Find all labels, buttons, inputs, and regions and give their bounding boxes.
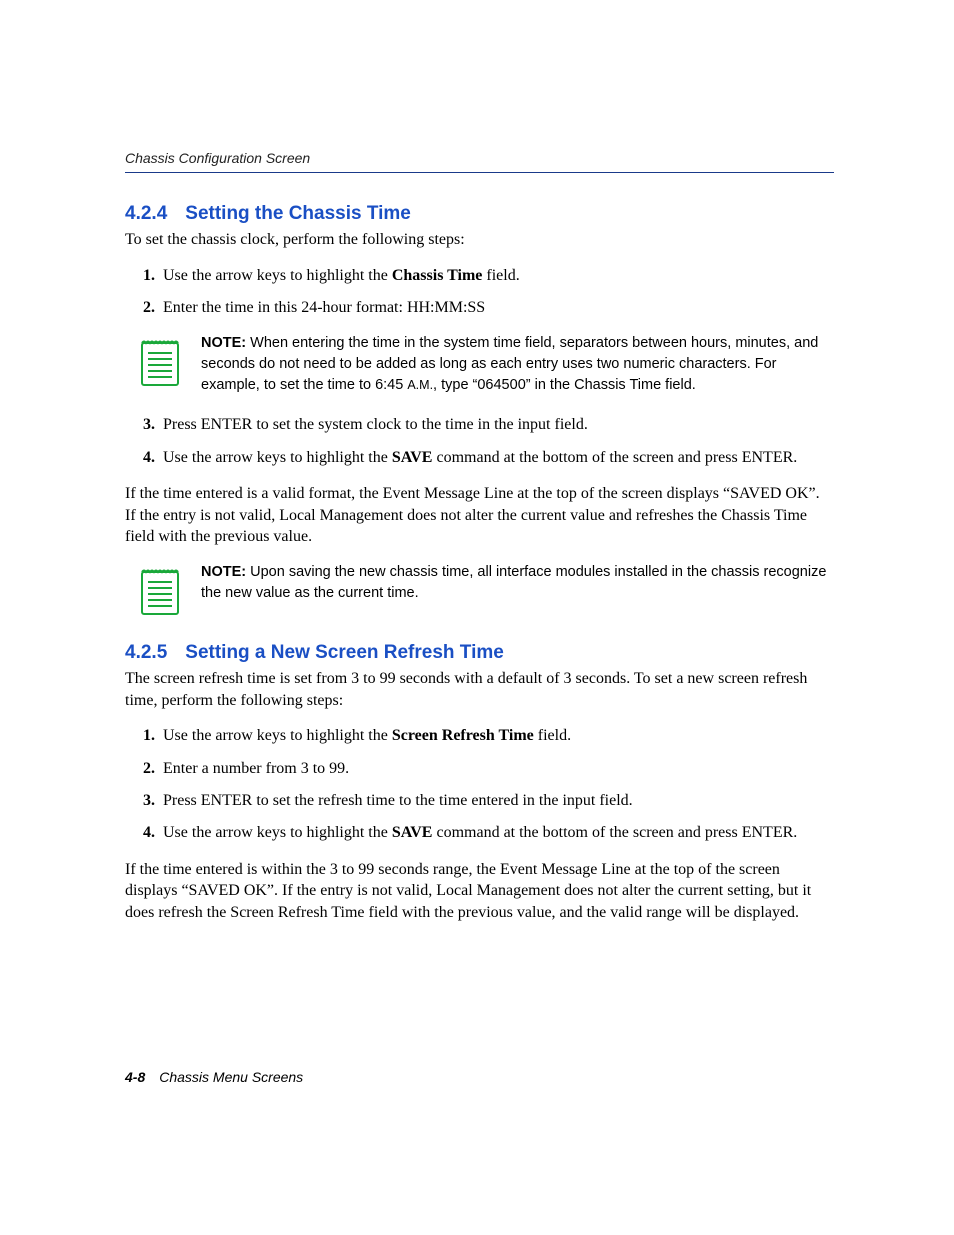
section-number: 4.2.4 [125,203,167,224]
step-item: Enter the time in this 24-hour format: H… [159,297,834,319]
steps-list-425: Use the arrow keys to highlight the Scre… [125,725,834,845]
note-callout: NOTE: Upon saving the new chassis time, … [139,562,834,618]
notepad-icon [139,335,181,389]
note-label: NOTE: [201,564,246,580]
footer-section: Chassis Menu Screens [159,1069,303,1085]
page-number: 4-8 [125,1069,145,1085]
step-item: Use the arrow keys to highlight the SAVE… [159,822,834,844]
result-paragraph: If the time entered is within the 3 to 9… [125,859,834,924]
step-item: Press ENTER to set the system clock to t… [159,414,834,436]
step-item: Press ENTER to set the refresh time to t… [159,790,834,812]
section-title: Setting the Chassis Time [185,203,411,224]
command-name: SAVE [392,824,433,841]
section-heading-425: 4.2.5 Setting a New Screen Refresh Time [125,642,834,664]
field-name: Chassis Time [392,267,483,284]
steps-list-424b: Press ENTER to set the system clock to t… [125,414,834,469]
note-label: NOTE: [201,335,246,351]
notepad-icon [139,564,181,618]
step-item: Use the arrow keys to highlight the Chas… [159,265,834,287]
command-name: SAVE [392,449,433,466]
section-title: Setting a New Screen Refresh Time [185,642,504,663]
running-header: Chassis Configuration Screen [125,150,834,173]
step-item: Use the arrow keys to highlight the Scre… [159,725,834,747]
section-heading-424: 4.2.4 Setting the Chassis Time [125,203,834,225]
note-text: NOTE: Upon saving the new chassis time, … [201,562,834,604]
note-callout: NOTE: When entering the time in the syst… [139,333,834,396]
page-content: Chassis Configuration Screen 4.2.4 Settin… [0,0,954,924]
note-text: NOTE: When entering the time in the syst… [201,333,834,396]
step-item: Enter a number from 3 to 99. [159,758,834,780]
result-paragraph: If the time entered is a valid format, t… [125,483,834,548]
step-item: Use the arrow keys to highlight the SAVE… [159,447,834,469]
page-footer: 4-8 Chassis Menu Screens [125,1069,303,1085]
section-number: 4.2.5 [125,642,167,663]
steps-list-424a: Use the arrow keys to highlight the Chas… [125,265,834,320]
field-name: Screen Refresh Time [392,727,534,744]
intro-paragraph: To set the chassis clock, perform the fo… [125,229,834,251]
am-pm: A.M. [407,378,433,392]
intro-paragraph: The screen refresh time is set from 3 to… [125,668,834,711]
